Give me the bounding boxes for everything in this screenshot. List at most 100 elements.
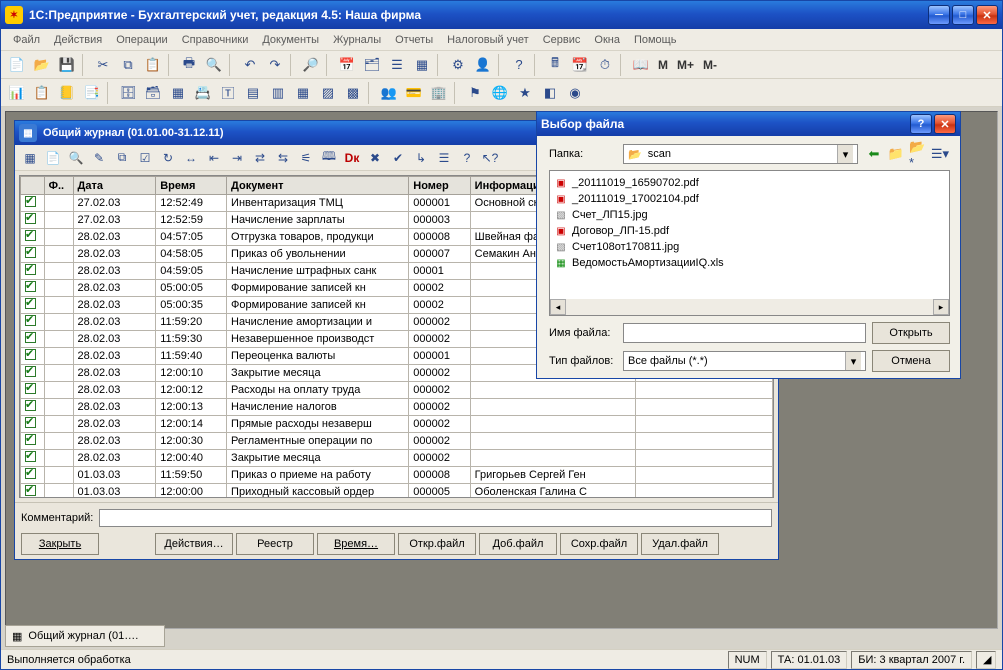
jt-copy-icon[interactable]: ⧉ [111,147,133,169]
minimize-button[interactable]: ─ [928,5,950,25]
memory-m[interactable]: М [654,58,672,72]
close-button[interactable]: ✕ [976,5,998,25]
jt-arrow-icon[interactable]: ↖? [479,147,501,169]
grid-icon[interactable]: ▦ [410,53,434,77]
jt-grid-icon[interactable]: ▦ [19,147,41,169]
find-icon[interactable]: 🔎 [299,53,323,77]
table-row[interactable]: 28.02.0312:00:40Закрытие месяца000002 [21,450,773,467]
savefile-button[interactable]: Сохр.файл [560,533,638,555]
cube-icon[interactable]: ◧ [538,81,562,105]
column-header[interactable] [21,177,45,195]
filedlg-help-button[interactable]: ? [910,114,932,134]
circle-icon[interactable]: ◉ [563,81,587,105]
folder-select[interactable]: 📂 scan ▾ [623,144,858,164]
menu-item[interactable]: Налоговый учет [441,31,535,49]
column-header[interactable]: Ф.. [44,177,73,195]
jt-first-icon[interactable]: ⇤ [203,147,225,169]
column-header[interactable]: Документ [227,177,409,195]
copy-icon[interactable]: ⧉ [116,53,140,77]
list-item[interactable]: ▣_20111019_16590702.pdf [554,175,945,191]
table-row[interactable]: 28.02.0312:00:30Регламентные операции по… [21,433,773,450]
card-icon[interactable]: 💳 [402,81,426,105]
jt-edit-icon[interactable]: ✎ [88,147,110,169]
openfile-button[interactable]: Откр.файл [398,533,476,555]
journal2-icon[interactable]: 📋 [30,81,54,105]
table-row[interactable]: 01.03.0312:00:00Приходный кассовый ордер… [21,484,773,499]
menu-item[interactable]: Операции [110,31,173,49]
list-item[interactable]: ▣_20111019_17002104.pdf [554,191,945,207]
file-list[interactable]: ▣_20111019_16590702.pdf▣_20111019_170021… [549,170,950,316]
jt-help-icon[interactable]: ? [456,147,478,169]
jt-post-icon[interactable]: ↳ [410,147,432,169]
time-button[interactable]: Время… [317,533,395,555]
menu-item[interactable]: Файл [7,31,46,49]
memory-mplus[interactable]: М+ [673,58,698,72]
jt-last-icon[interactable]: ⇥ [226,147,248,169]
scroll-left-icon[interactable]: ◂ [550,299,566,315]
close-button[interactable]: Закрыть [21,533,99,555]
actions-button[interactable]: Действия… [155,533,233,555]
menu-item[interactable]: Сервис [537,31,587,49]
chevron-down-icon[interactable]: ▾ [845,352,861,370]
chevron-down-icon[interactable]: ▾ [837,145,853,163]
table-row[interactable]: 28.02.0312:00:14Прямые расходы незаверш0… [21,416,773,433]
jt-view-icon[interactable]: 🔍 [65,147,87,169]
help-icon[interactable]: ? [507,53,531,77]
menu-item[interactable]: Отчеты [389,31,439,49]
calc-icon[interactable]: 🖩 [543,53,567,77]
props-icon[interactable]: ⚙ [446,53,470,77]
timer-icon[interactable]: ⏱ [593,53,617,77]
jt-filter3-icon[interactable]: ⚟ [295,147,317,169]
jt-filter1-icon[interactable]: ⇄ [249,147,271,169]
reestr-button[interactable]: Реестр [236,533,314,555]
cut-icon[interactable]: ✂ [91,53,115,77]
journal1-icon[interactable]: 📊 [5,81,29,105]
cancel-button[interactable]: Отмена [872,350,950,372]
person-icon[interactable]: 👥 [377,81,401,105]
list-item[interactable]: ▧Счет_ЛП15.jpg [554,207,945,223]
up-icon[interactable]: 📁 [886,144,906,164]
globe-icon[interactable]: 🌐 [488,81,512,105]
dock-tab[interactable]: ▦ Общий журнал (01…. [5,625,165,647]
menu-item[interactable]: Окна [588,31,626,49]
column-header[interactable]: Дата [73,177,156,195]
ref2-icon[interactable]: 🗃 [141,81,165,105]
jt-refresh-icon[interactable]: ↻ [157,147,179,169]
undo-icon[interactable]: ↶ [238,53,262,77]
journal4-icon[interactable]: 📑 [80,81,104,105]
menu-item[interactable]: Документы [256,31,325,49]
preview-icon[interactable]: 🔍 [202,53,226,77]
journal3-icon[interactable]: 📒 [55,81,79,105]
table-row[interactable]: 28.02.0312:00:12Расходы на оплату труда0… [21,382,773,399]
filename-input[interactable] [623,323,866,343]
jt-filter2-icon[interactable]: ⇆ [272,147,294,169]
column-header[interactable]: Время [156,177,227,195]
table-row[interactable]: 01.03.0311:59:50Приказ о приеме на работ… [21,467,773,484]
ref8-icon[interactable]: ▦ [291,81,315,105]
views-icon[interactable]: ☰▾ [930,144,950,164]
ref1-icon[interactable]: 🗄 [116,81,140,105]
maximize-button[interactable]: □ [952,5,974,25]
ref5-icon[interactable]: 🅃 [216,81,240,105]
filetype-select[interactable]: Все файлы (*.*) ▾ [623,351,866,371]
ref3-icon[interactable]: ▦ [166,81,190,105]
jt-new-icon[interactable]: 📄 [42,147,64,169]
tree-icon[interactable]: 🗂 [360,53,384,77]
column-header[interactable]: Номер [409,177,470,195]
scroll-right-icon[interactable]: ▸ [933,299,949,315]
menu-item[interactable]: Журналы [327,31,387,49]
ref10-icon[interactable]: ▩ [341,81,365,105]
jt-misc-icon[interactable]: ☰ [433,147,455,169]
open-button[interactable]: Открыть [872,322,950,344]
paste-icon[interactable]: 📋 [141,53,165,77]
list-item[interactable]: ▦ВедомостьАмортизацииIQ.xls [554,255,945,271]
back-icon[interactable]: ⬅ [864,144,884,164]
open-icon[interactable]: 📂 [30,53,54,77]
save-icon[interactable]: 💾 [55,53,79,77]
list-item[interactable]: ▧Счет108от170811.jpg [554,239,945,255]
calendar-icon[interactable]: 📅 [335,53,359,77]
delfile-button[interactable]: Удал.файл [641,533,719,555]
filedlg-close-button[interactable]: ✕ [934,114,956,134]
comment-input[interactable] [99,509,772,527]
ref7-icon[interactable]: ▥ [266,81,290,105]
